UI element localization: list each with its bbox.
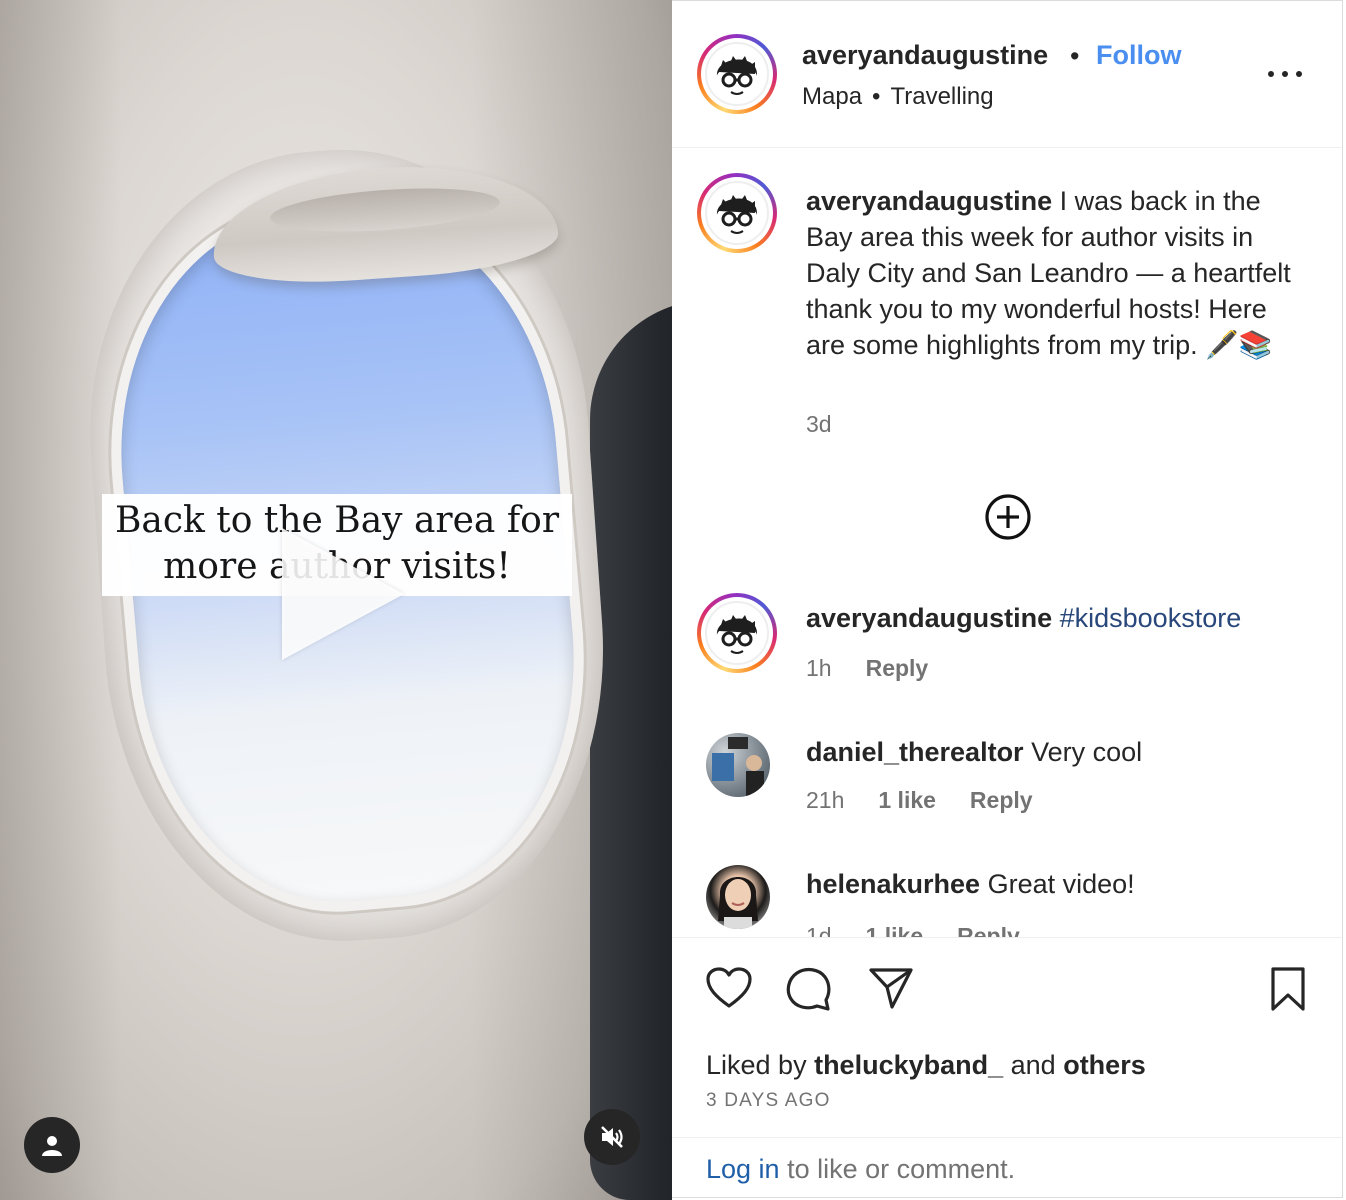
load-more-comments-button[interactable] <box>984 493 1032 546</box>
bookmark-icon <box>1271 967 1305 1011</box>
tagged-users-button[interactable] <box>24 1117 80 1173</box>
comment-text: averyandaugustine #kidsbookstore <box>806 603 1241 634</box>
login-prompt: Log in to like or comment. <box>672 1137 1342 1199</box>
sound-off-icon <box>601 1126 623 1148</box>
post-actions: Liked by theluckyband_ and others 3 DAYS… <box>672 937 1342 1137</box>
audio-link[interactable]: Travelling <box>890 83 993 110</box>
comment-avatar[interactable] <box>697 593 777 673</box>
avatar-illustration <box>716 195 758 234</box>
reply-button[interactable]: Reply <box>866 655 929 681</box>
post-date: 3 DAYS AGO <box>706 1090 831 1111</box>
like-button[interactable] <box>705 966 753 1015</box>
mute-button[interactable] <box>584 1109 640 1165</box>
hashtag-link[interactable]: #kidsbookstore <box>1060 603 1242 633</box>
caption-author-avatar[interactable] <box>697 173 777 253</box>
avatar-illustration <box>716 56 758 95</box>
liked-by-prefix: Liked by <box>706 1050 815 1080</box>
profile-photo <box>718 877 758 929</box>
play-icon[interactable] <box>282 528 404 660</box>
author-avatar[interactable] <box>697 34 777 114</box>
post-media[interactable]: Back to the Bay area for more author vis… <box>0 0 672 1200</box>
comment-username[interactable]: daniel_therealtor <box>806 737 1024 767</box>
seat-back <box>590 300 672 1200</box>
author-username[interactable]: averyandaugustine <box>802 40 1048 71</box>
comment-username[interactable]: averyandaugustine <box>806 603 1052 633</box>
comment-time: 1h <box>806 655 832 681</box>
comment-meta: 1h Reply <box>806 655 928 682</box>
caption-time: 3d <box>806 411 832 437</box>
send-icon <box>869 968 913 1009</box>
login-link[interactable]: Log in <box>706 1154 780 1184</box>
post-side-panel: averyandaugustine • Follow Mapa • Travelli… <box>672 0 1343 1198</box>
subtitle-separator: • <box>872 83 881 110</box>
reply-button[interactable]: Reply <box>970 787 1033 813</box>
more-options-icon[interactable] <box>1268 61 1302 87</box>
comment-body: Great video! <box>980 869 1135 899</box>
follow-button[interactable]: Follow <box>1096 40 1181 71</box>
login-suffix: to like or comment. <box>779 1154 1016 1184</box>
location-link[interactable]: Mapa <box>802 83 862 110</box>
caption-username[interactable]: averyandaugustine <box>806 186 1052 216</box>
comment-likes[interactable]: 1 like <box>866 923 924 937</box>
comment-button[interactable] <box>786 966 832 1017</box>
comment-meta: 1d 1 like Reply <box>806 923 1020 937</box>
liked-by-others[interactable]: others <box>1063 1050 1146 1080</box>
liked-by-middle: and <box>1003 1050 1064 1080</box>
comment-icon <box>786 967 831 1011</box>
comment-body: Very cool <box>1023 737 1143 767</box>
header-dot: • <box>1070 41 1080 71</box>
save-button[interactable] <box>1268 966 1308 1017</box>
comments-list[interactable]: averyandaugustine I was back in the Bay … <box>672 149 1342 937</box>
comment-likes[interactable]: 1 like <box>878 787 936 813</box>
comment-text: daniel_therealtor Very cool <box>806 737 1142 768</box>
post-subtitle: Mapa • Travelling <box>802 83 994 111</box>
likes-summary: Liked by theluckyband_ and others <box>706 1050 1146 1081</box>
comment-avatar[interactable] <box>706 733 770 797</box>
comment-time: 1d <box>806 923 832 937</box>
liked-by-user[interactable]: theluckyband_ <box>814 1050 1003 1080</box>
reply-button[interactable]: Reply <box>957 923 1020 937</box>
heart-icon <box>706 967 752 1008</box>
comment-avatar[interactable] <box>706 865 770 929</box>
comment-time: 21h <box>806 787 845 813</box>
share-button[interactable] <box>868 966 914 1015</box>
profile-photo <box>712 737 764 797</box>
post-header: averyandaugustine • Follow Mapa • Travelli… <box>672 1 1342 148</box>
plus-circle-icon <box>985 494 1031 540</box>
comment-meta: 21h 1 like Reply <box>806 787 1033 814</box>
avatar-illustration <box>716 615 758 654</box>
post-caption: averyandaugustine I was back in the Bay … <box>806 183 1296 363</box>
comment-text: helenakurhee Great video! <box>806 869 1135 900</box>
user-icon <box>42 1136 62 1156</box>
comment-username[interactable]: helenakurhee <box>806 869 980 899</box>
